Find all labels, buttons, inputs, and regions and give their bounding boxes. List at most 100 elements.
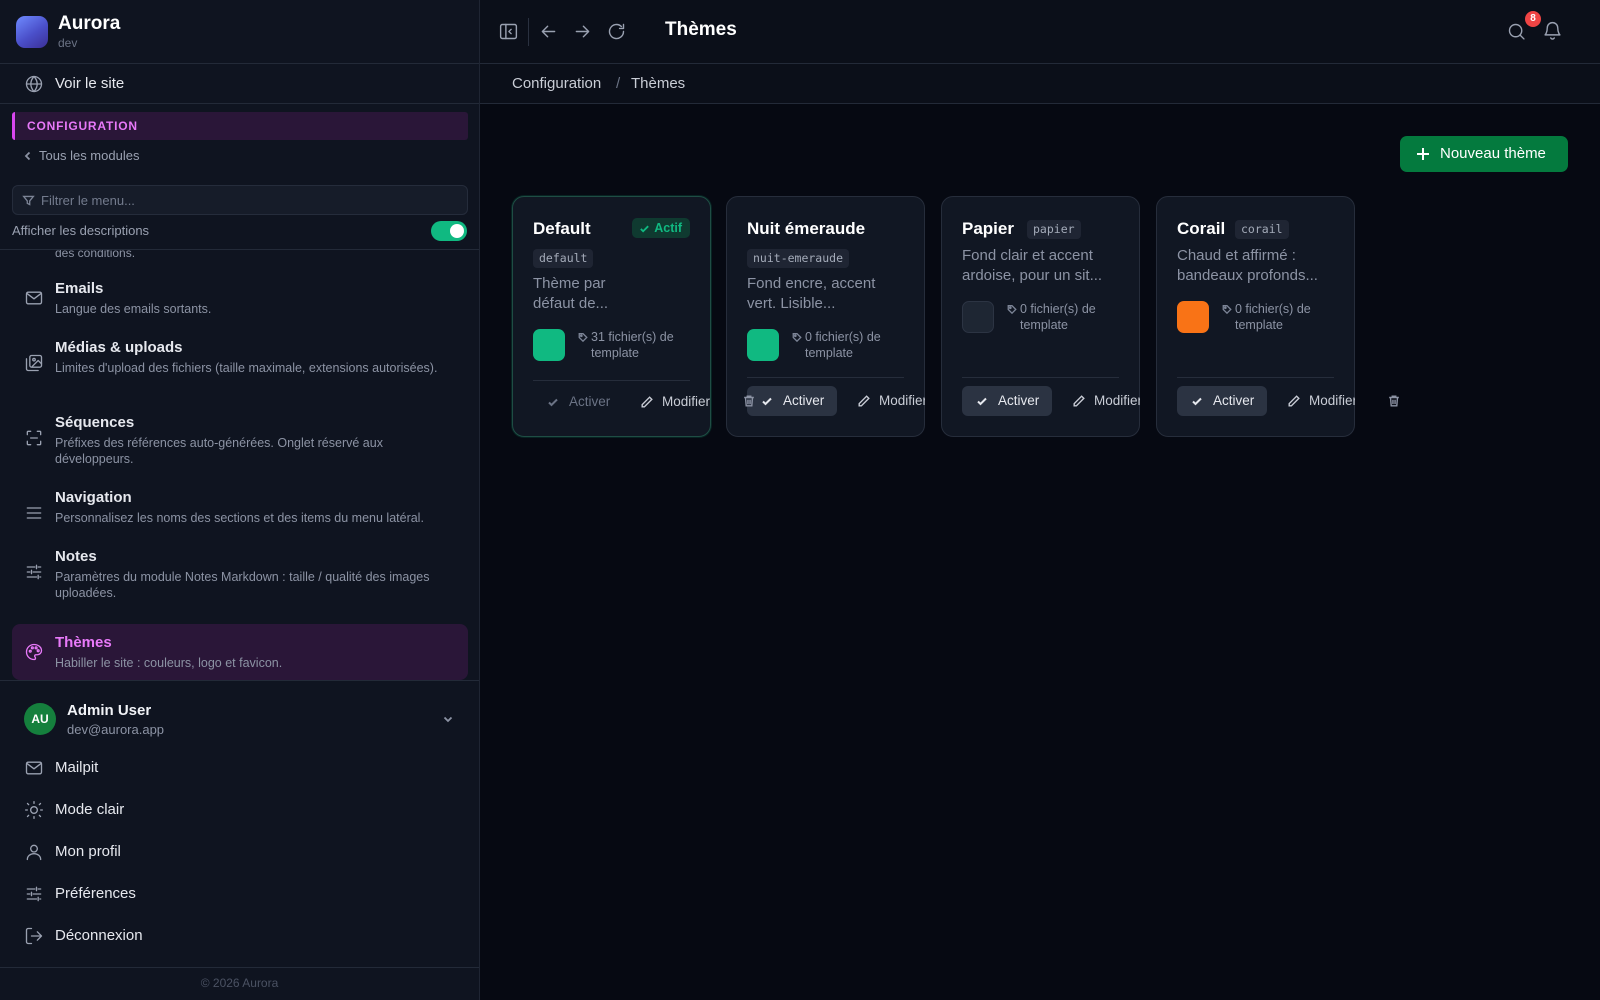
divider [1177,377,1334,378]
sidebar-item-desc: Préfixes des références auto-générées. O… [55,436,383,466]
theme-template-count-line: 0 fichier(s) de [1235,302,1311,316]
mail-icon [25,761,43,775]
check-icon [640,225,650,233]
sidebar-link-label: Déconnexion [55,927,143,944]
theme-description-line: Fond clair et accent [962,247,1093,264]
edit-label: Modifier [1094,393,1140,408]
image-upload-icon [25,354,43,372]
forward-button[interactable] [572,21,593,42]
check-icon [548,398,558,407]
theme-description-line: défaut de... [533,295,609,312]
edit-button[interactable]: Modifier [857,386,925,416]
section-header-label: CONFIGURATION [27,119,138,133]
theme-description-line: vert. Lisible... [747,295,836,312]
theme-slug: corail [1235,220,1289,239]
tag-icon [1007,305,1017,314]
theme-description: Fond clair et accent ardoise, pour un si… [962,246,1132,286]
bell-icon [1544,22,1561,40]
theme-template-count: 0 fichier(s) de template [792,329,912,361]
sidebar-item-desc: Paramètres du module Notes Markdown : ta… [55,570,430,600]
menu-item-desc-truncated: des conditions. [55,250,136,260]
filter-icon [22,195,35,206]
sidebar-item-notes[interactable]: Notes Paramètres du module Notes Markdow… [12,548,468,610]
reload-button[interactable] [606,21,627,42]
section-header: CONFIGURATION [12,112,468,140]
breadcrumb-item-configuration[interactable]: Configuration [512,75,601,92]
toggle-sidebar-button[interactable] [498,21,519,42]
sidebar-item-emails[interactable]: Emails Langue des emails sortants. [12,280,468,328]
visit-site-link[interactable]: Voir le site [0,64,479,104]
menu-filter [12,185,468,215]
notifications-button[interactable] [1542,20,1563,41]
divider [0,967,479,968]
theme-description-line: Chaud et affirmé : [1177,247,1296,264]
arrow-left-icon [541,25,556,38]
delete-button-default[interactable] [738,390,760,412]
user-icon [26,844,42,861]
activate-button[interactable]: Activer [962,386,1052,416]
theme-template-count-line: template [591,346,639,360]
theme-template-count: 0 fichier(s) de template [1007,301,1127,333]
theme-name: Nuit émeraude [747,219,866,238]
edit-label: Modifier [879,393,925,408]
chevron-left-icon [24,151,31,161]
avatar: AU [24,703,56,735]
theme-description-line: ardoise, pour un sit... [962,267,1103,284]
notification-badge: 8 [1525,11,1541,27]
globe-icon [25,75,43,93]
theme-description: Thème par défaut de... [533,274,693,314]
activate-button[interactable]: Activer [1177,386,1267,416]
theme-template-count-line: template [805,346,853,360]
edit-button[interactable]: Modifier [1072,386,1140,416]
sidebar-item-desc: Habiller le site : couleurs, logo et fav… [55,656,283,670]
theme-template-count-line: 0 fichier(s) de [1020,302,1096,316]
tag-icon [1222,305,1232,314]
theme-slug: default [533,249,594,268]
check-icon [1192,397,1202,406]
sidebar-link-label: Mon profil [55,843,121,860]
app-env: dev [58,36,78,50]
search-button[interactable] [1506,21,1527,42]
sun-icon [25,801,43,819]
sidebar-link-preferences[interactable]: Préférences [0,874,479,914]
back-button[interactable] [538,21,559,42]
arrow-right-icon [575,25,590,38]
all-modules-label: Tous les modules [39,148,140,163]
new-theme-label: Nouveau thème [1440,145,1546,162]
sidebar-link-label: Mailpit [55,759,99,776]
theme-name: Corail [1177,219,1226,238]
mail-icon [25,291,43,305]
sliders-icon [26,564,42,580]
sidebar-link-logout[interactable]: Déconnexion [0,916,479,956]
sidebar-link-light-mode[interactable]: Mode clair [0,790,479,830]
sidebar-item-title: Notes [55,548,97,565]
sidebar-link-mailpit[interactable]: Mailpit [0,748,479,788]
edit-button[interactable]: Modifier [1287,386,1355,416]
breadcrumb-separator: / [616,75,621,92]
sidebar-item-desc: Langue des emails sortants. [55,302,212,316]
sidebar-menu: des conditions. Emails Langue des emails… [0,250,479,680]
user-menu[interactable]: AU Admin User dev@aurora.app [0,690,479,748]
sidebar: Aurora dev Voir le site CONFIGURATION To… [0,0,480,1000]
new-theme-button[interactable]: Nouveau thème [1400,136,1568,172]
theme-card-corail: Corail corail Chaud et affirmé : bandeau… [1156,196,1355,437]
theme-template-count-line: template [1235,318,1283,332]
menu-filter-input[interactable] [41,186,461,214]
active-badge: Actif [632,218,690,238]
sidebar-item-sequences[interactable]: Séquences Préfixes des références auto-g… [12,414,468,476]
delete-button-corail[interactable] [1383,390,1405,412]
show-descriptions-toggle[interactable] [431,221,467,241]
edit-button[interactable]: Modifier [640,387,710,417]
app-logo [16,16,48,48]
sidebar-link-profile[interactable]: Mon profil [0,832,479,872]
sidebar-item-navigation[interactable]: Navigation Personnalisez les noms des se… [12,489,468,537]
user-email: dev@aurora.app [67,722,165,737]
activate-button[interactable]: Activer [747,386,837,416]
theme-template-count: 31 fichier(s) de template [578,329,698,361]
sidebar-item-themes[interactable]: Thèmes Habiller le site : couleurs, logo… [12,624,468,680]
sidebar-item-medias[interactable]: Médias & uploads Limites d'upload des fi… [12,339,468,401]
logout-icon [25,927,43,945]
brand[interactable]: Aurora dev [0,0,479,64]
palette-icon [25,643,43,661]
divider [747,377,904,378]
